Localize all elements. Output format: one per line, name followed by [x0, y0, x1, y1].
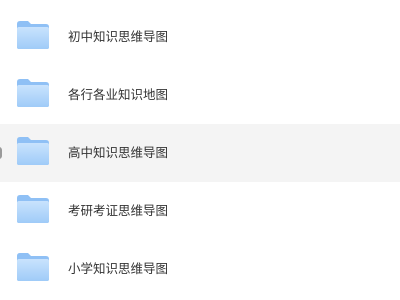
folder-row-senior-high[interactable]: 高中知识思维导图: [0, 124, 400, 182]
folder-icon: [17, 253, 49, 281]
folder-row-industries[interactable]: 各行各业知识地图: [0, 66, 400, 124]
folder-row-primary[interactable]: 小学知识思维导图: [0, 240, 400, 298]
folder-list: 初中知识思维导图 各行各业知识地图 高中知识思维导图 考研考证思维导图 小学知识…: [0, 0, 400, 300]
folder-icon: [17, 137, 49, 165]
folder-label: 初中知识思维导图: [68, 29, 169, 44]
folder-row-exam-prep[interactable]: 考研考证思维导图: [0, 182, 400, 240]
folder-label: 考研考证思维导图: [68, 203, 169, 218]
folder-label: 各行各业知识地图: [68, 87, 169, 102]
folder-row-junior-high[interactable]: 初中知识思维导图: [0, 8, 400, 66]
selection-indicator: [0, 147, 2, 159]
folder-icon: [17, 195, 49, 223]
folder-label: 高中知识思维导图: [68, 145, 169, 160]
folder-icon: [17, 79, 49, 107]
folder-label: 小学知识思维导图: [68, 261, 169, 276]
folder-icon: [17, 21, 49, 49]
